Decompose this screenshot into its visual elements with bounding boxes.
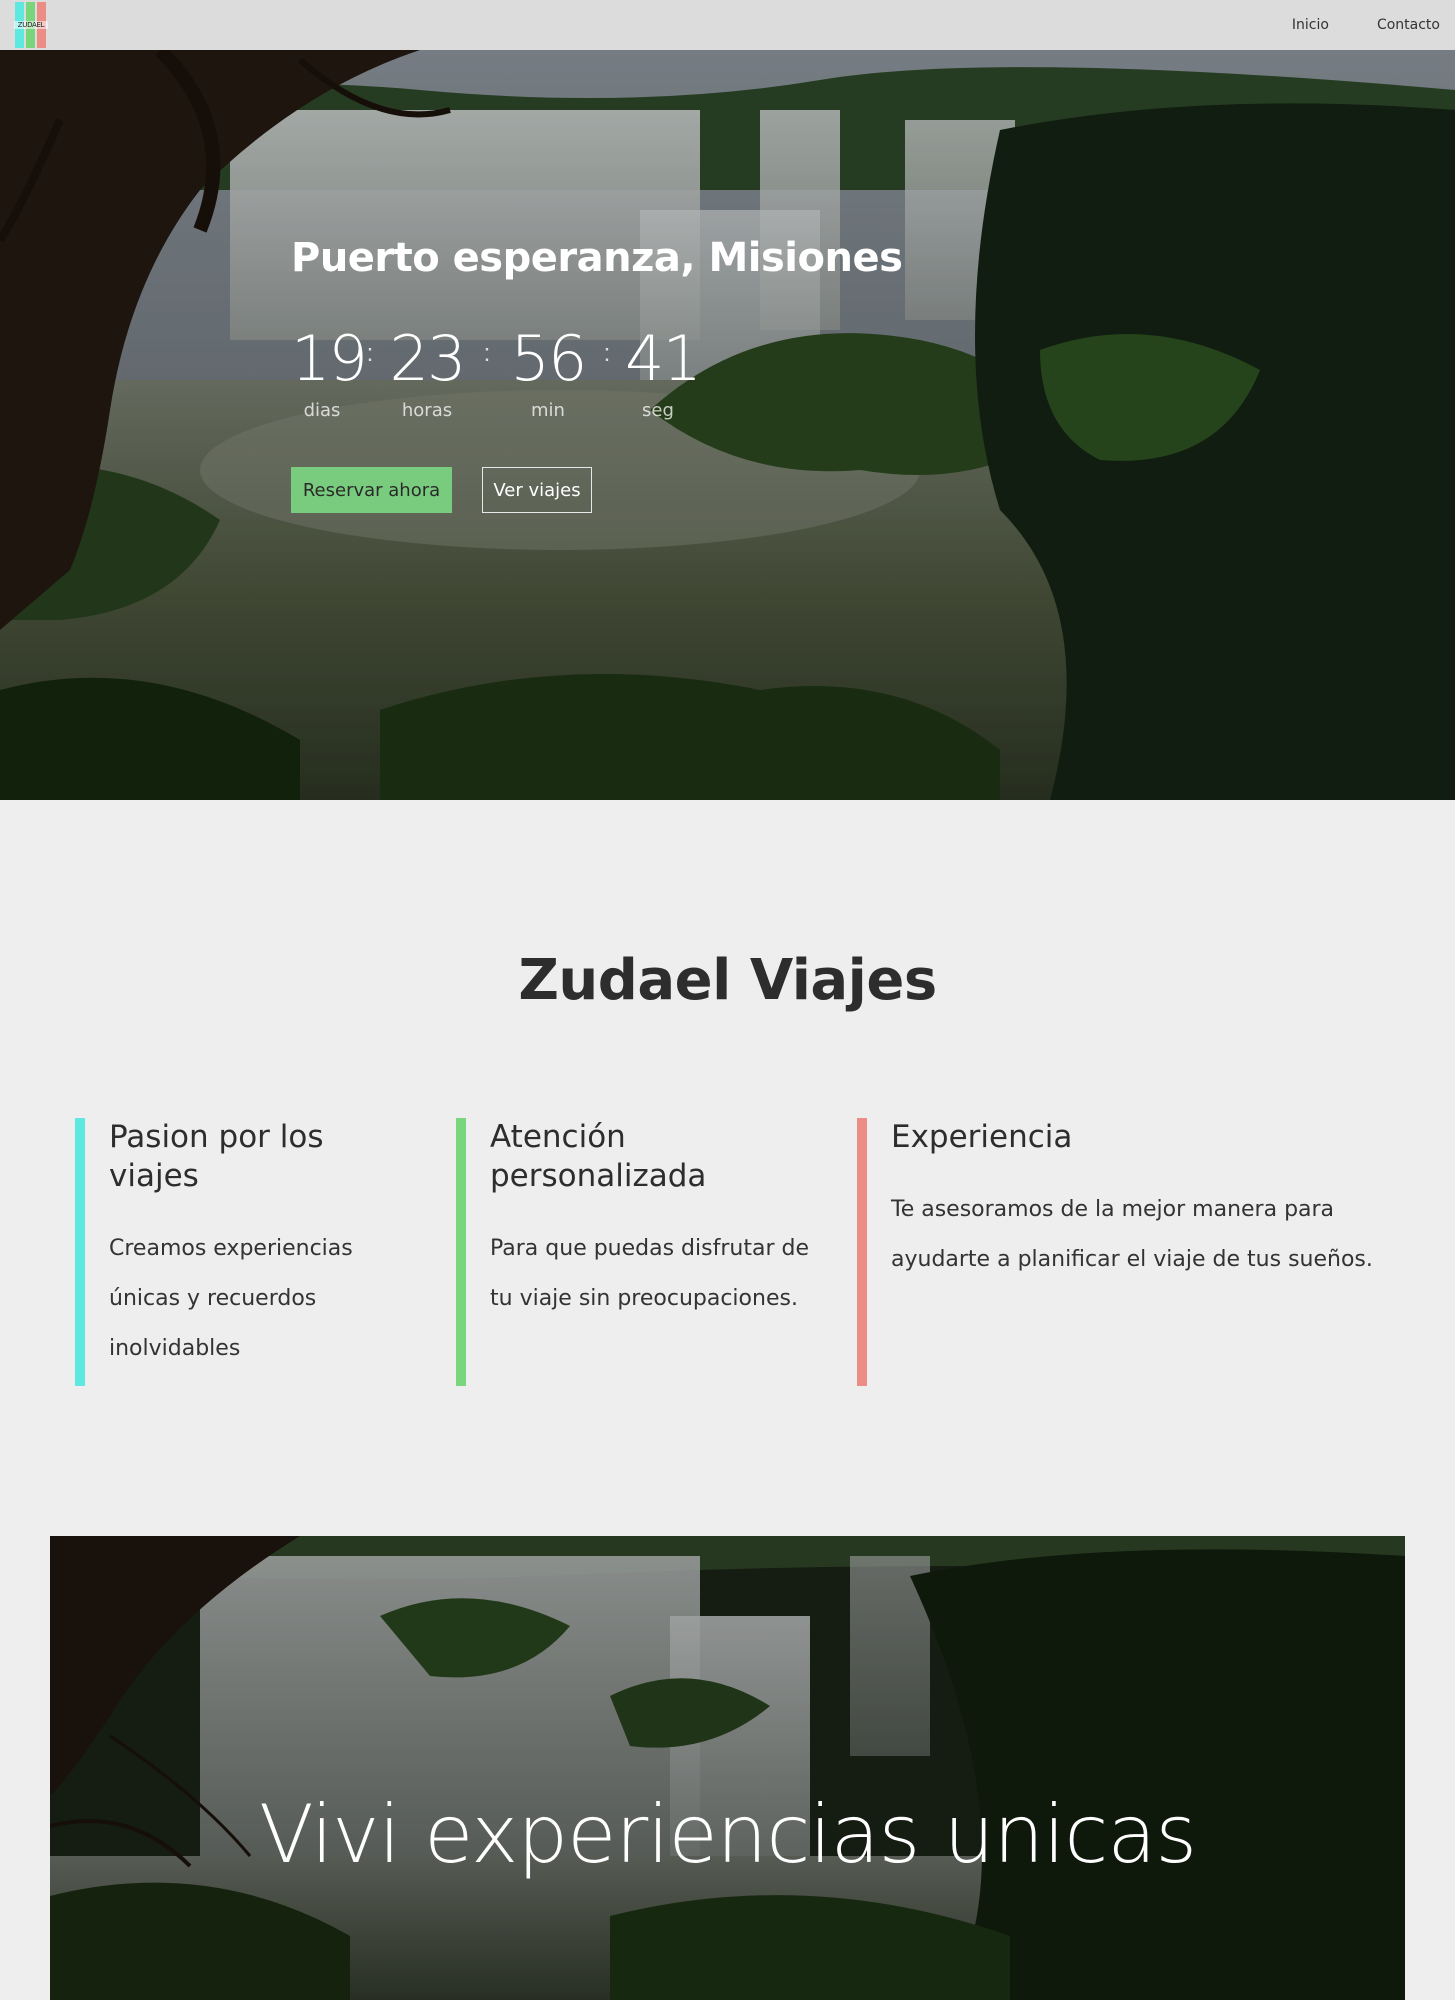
countdown-days: 19 dias xyxy=(291,322,368,422)
nav-links: Inicio Contacto xyxy=(1244,17,1440,33)
hero-buttons: Reservar ahora Ver viajes xyxy=(291,467,991,513)
feature-experiencia: Experiencia Te asesoramos de la mejor ma… xyxy=(857,1118,1397,1386)
feature-accent-bar xyxy=(75,1118,85,1386)
experiences-banner: Vivi experiencias unicas xyxy=(50,1536,1405,2000)
countdown-minutes: 56 min xyxy=(507,322,589,422)
top-navbar: ZUDAEL Inicio Contacto xyxy=(0,0,1455,50)
countdown-seconds-label: seg xyxy=(642,400,674,421)
countdown-minutes-value: 56 xyxy=(510,322,588,395)
countdown-minutes-label: min xyxy=(531,400,565,421)
hero-title: Puerto esperanza, Misiones xyxy=(291,235,903,281)
feature-accent-bar xyxy=(456,1118,466,1386)
feature-pasion: Pasion por los viajes Creamos experienci… xyxy=(75,1118,415,1386)
feature-title: Pasion por los viajes xyxy=(109,1119,324,1194)
about-title: Zudael Viajes xyxy=(518,948,937,1013)
ver-viajes-button[interactable]: Ver viajes xyxy=(482,467,592,513)
feature-title: Experiencia xyxy=(891,1119,1073,1155)
countdown-days-value: 19 xyxy=(291,322,368,395)
hero-content: Puerto esperanza, Misiones 19 dias : 23 … xyxy=(291,238,991,513)
feature-text: Creamos experiencias únicas y recuerdos … xyxy=(109,1236,353,1361)
feature-title: Atención personalizada xyxy=(490,1119,707,1194)
feature-text: Para que puedas disfrutar de tu viaje si… xyxy=(490,1236,809,1311)
countdown-seconds: 41 seg xyxy=(625,322,702,422)
countdown-hours-value: 23 xyxy=(389,322,467,395)
countdown-separator: : xyxy=(483,340,491,367)
feature-atencion: Atención personalizada Para que puedas d… xyxy=(456,1118,826,1386)
countdown-separator: : xyxy=(603,340,611,367)
nav-link-inicio[interactable]: Inicio xyxy=(1292,17,1329,33)
countdown-timer: 19 dias : 23 horas : 56 min : 41 seg xyxy=(291,322,991,422)
reservar-ahora-button[interactable]: Reservar ahora xyxy=(291,467,452,513)
feature-accent-bar xyxy=(857,1118,867,1386)
logo-text: ZUDAEL xyxy=(14,21,48,29)
countdown-seconds-value: 41 xyxy=(625,322,702,395)
nav-link-contacto[interactable]: Contacto xyxy=(1377,17,1440,33)
brand-logo[interactable]: ZUDAEL xyxy=(14,2,48,48)
feature-text: Te asesoramos de la mejor manera para ay… xyxy=(891,1197,1373,1272)
countdown-days-label: dias xyxy=(303,400,341,421)
banner-headline: Vivi experiencias unicas xyxy=(258,1788,1197,1881)
countdown-hours: 23 horas xyxy=(387,322,467,422)
banner-dark-overlay xyxy=(50,1536,1405,2000)
hero-section: Puerto esperanza, Misiones 19 dias : 23 … xyxy=(0,50,1455,800)
countdown-hours-label: horas xyxy=(401,400,453,421)
